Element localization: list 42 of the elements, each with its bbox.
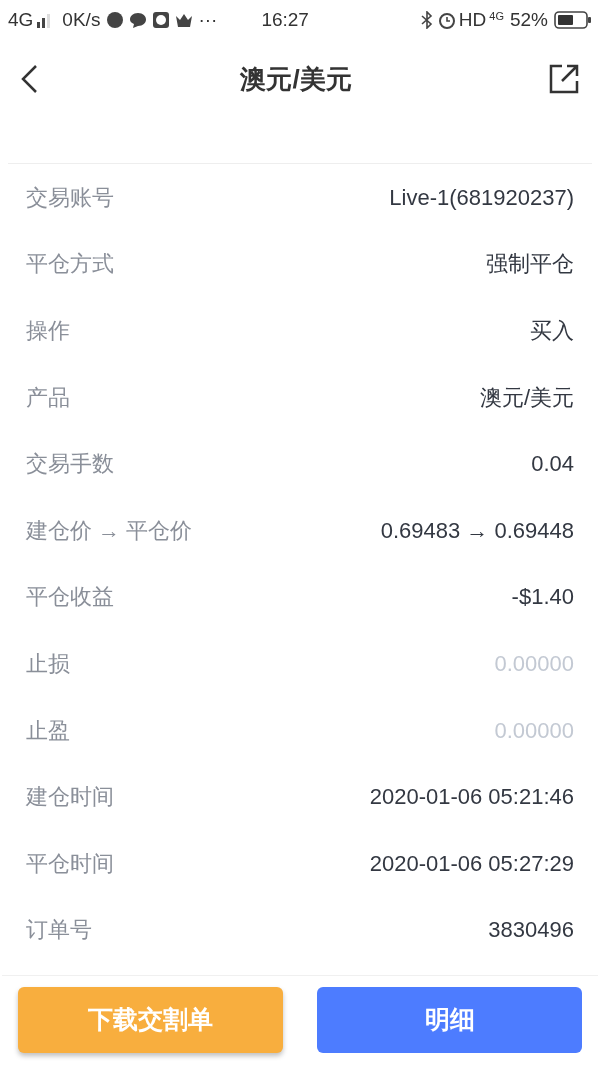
- clock-time: 16:27: [261, 7, 309, 32]
- field-value: 3830496: [488, 916, 574, 945]
- field-label: 产品: [26, 383, 70, 412]
- field-label: 止盈: [26, 716, 70, 745]
- back-icon: [20, 64, 38, 94]
- more-label: ···: [198, 7, 218, 32]
- bluetooth-icon: [420, 11, 433, 29]
- field-label: 平仓时间: [26, 849, 114, 878]
- field-value: 2020-01-06 05:27:29: [369, 849, 574, 878]
- field-value: 强制平仓: [486, 250, 574, 279]
- network-label: 4G: [489, 9, 504, 24]
- field-value: 2020-01-06 05:21:46: [369, 783, 574, 812]
- download-button[interactable]: 下载交割单: [18, 986, 283, 1053]
- field-value: 0.00000: [494, 716, 574, 745]
- speed-label: 0K/s: [62, 7, 101, 32]
- field-value: 0.00000: [494, 649, 574, 678]
- field-value: 0.04: [531, 450, 574, 479]
- field-label: 建仓价 → 平仓价: [26, 516, 193, 545]
- field-value: -$1.40: [511, 583, 574, 612]
- field-label: 交易账号: [26, 183, 114, 212]
- alarm-icon: [437, 11, 456, 29]
- app-icon: [152, 11, 171, 29]
- field-label: 平仓方式: [26, 250, 114, 279]
- network-label: 4G: [8, 7, 34, 32]
- field-value: 澳元/美元: [479, 383, 574, 412]
- share-icon: [548, 63, 580, 95]
- battery-label: 52%: [509, 7, 548, 32]
- field-value: Live-1(681920237): [389, 183, 574, 212]
- field-label: 操作: [26, 317, 70, 345]
- field-label: 订单号: [26, 916, 92, 945]
- field-label: 止损: [26, 649, 70, 678]
- hd-label: HD: [458, 7, 487, 32]
- page-title: 澳元/美元: [240, 62, 352, 96]
- field-label: 建仓时间: [26, 783, 114, 812]
- field-label: 平仓收益: [26, 583, 114, 612]
- battery-icon: [554, 11, 592, 29]
- field-value: 0.69483 → 0.69448: [380, 516, 574, 545]
- chat-icon: [129, 11, 148, 29]
- field-label: 交易手数: [26, 450, 114, 479]
- crown-icon: [175, 12, 194, 28]
- field-value: 买入: [530, 317, 574, 345]
- details-button[interactable]: 明细: [317, 986, 582, 1053]
